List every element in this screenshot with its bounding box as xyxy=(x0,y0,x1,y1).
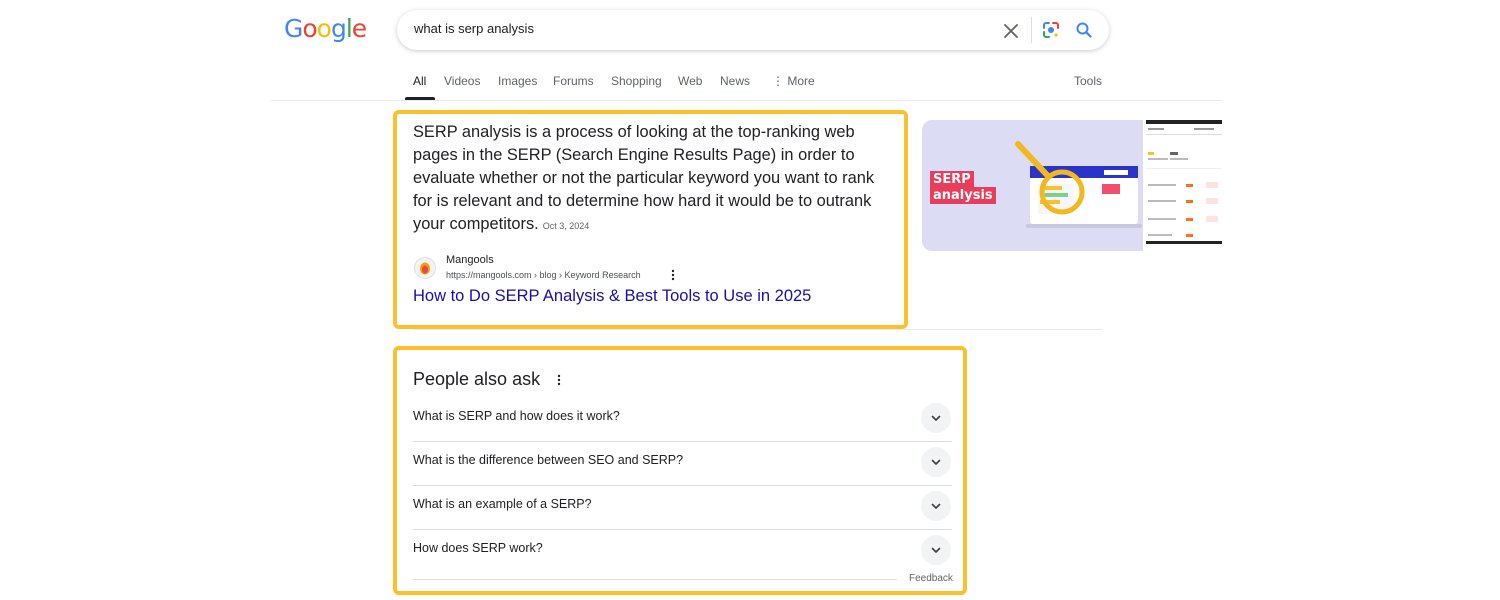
header-divider xyxy=(270,100,1222,101)
snippet-body: SERP analysis is a process of looking at… xyxy=(413,123,875,233)
thumbnail-label-analysis: analysis xyxy=(930,187,996,204)
expand-button[interactable] xyxy=(921,491,951,521)
snippet-thumbnail[interactable]: SERP analysis xyxy=(922,120,1143,251)
featured-snippet-text: SERP analysis is a process of looking at… xyxy=(413,121,893,238)
paa-question-text: How does SERP work? xyxy=(413,541,543,555)
source-menu-button[interactable] xyxy=(668,268,678,282)
section-divider xyxy=(413,329,1102,330)
source-favicon[interactable] xyxy=(414,257,436,279)
chevron-down-icon xyxy=(931,547,941,553)
tab-news[interactable]: News xyxy=(720,74,750,88)
people-also-ask-title: People also ask xyxy=(413,369,541,389)
feedback-link[interactable]: Feedback xyxy=(909,573,953,584)
google-lens-button[interactable] xyxy=(1040,19,1062,41)
search-button[interactable] xyxy=(1073,19,1095,41)
search-icon xyxy=(1076,22,1092,38)
paa-bottom-divider xyxy=(413,579,897,580)
vertical-dots-icon xyxy=(557,374,561,386)
tools-button[interactable]: Tools xyxy=(1074,74,1102,88)
snippet-date: Oct 3, 2024 xyxy=(542,221,590,231)
source-url[interactable]: https://mangools.com › blog › Keyword Re… xyxy=(446,270,641,280)
paa-question-text: What is an example of a SERP? xyxy=(413,497,592,511)
tab-forums[interactable]: Forums xyxy=(553,74,594,88)
tab-images[interactable]: Images xyxy=(498,74,537,88)
tab-videos[interactable]: Videos xyxy=(444,74,480,88)
logo-letter: o xyxy=(316,14,332,43)
expand-button[interactable] xyxy=(921,535,951,565)
google-logo[interactable]: Google xyxy=(284,14,367,43)
search-input[interactable] xyxy=(414,21,974,36)
paa-question[interactable]: How does SERP work? xyxy=(413,530,952,574)
source-name[interactable]: Mangools xyxy=(446,254,494,266)
result-title-link[interactable]: How to Do SERP Analysis & Best Tools to … xyxy=(413,287,811,306)
paa-question[interactable]: What is SERP and how does it work? xyxy=(413,398,952,442)
people-also-ask-menu-button[interactable] xyxy=(554,373,564,387)
tab-shopping[interactable]: Shopping xyxy=(611,74,662,88)
logo-letter: e xyxy=(351,14,367,43)
expand-button[interactable] xyxy=(921,403,951,433)
clear-search-button[interactable] xyxy=(1000,20,1022,42)
chevron-down-icon xyxy=(931,415,941,421)
thumbnail-label-serp: SERP xyxy=(930,171,974,188)
logo-letter: g xyxy=(330,14,347,43)
chevron-down-icon xyxy=(931,459,941,465)
paa-question[interactable]: What is an example of a SERP? xyxy=(413,486,952,530)
vertical-dots-icon xyxy=(671,269,675,281)
paa-question-text: What is SERP and how does it work? xyxy=(413,409,620,423)
tab-web[interactable]: Web xyxy=(678,74,702,88)
close-icon xyxy=(1004,24,1018,38)
google-lens-icon xyxy=(1043,22,1059,38)
snippet-thumbnail-secondary[interactable] xyxy=(1146,120,1222,244)
search-divider xyxy=(1031,17,1032,43)
chevron-down-icon xyxy=(931,503,941,509)
logo-letter: G xyxy=(284,14,303,43)
tab-all[interactable]: All xyxy=(413,74,426,88)
paa-question-text: What is the difference between SEO and S… xyxy=(413,453,684,467)
expand-button[interactable] xyxy=(921,447,951,477)
tab-more[interactable]: ⋮ More xyxy=(772,74,815,88)
dashboard-screenshot-image xyxy=(1146,128,1222,237)
logo-letter: o xyxy=(302,14,317,43)
paa-question[interactable]: What is the difference between SEO and S… xyxy=(413,442,952,486)
mangools-logo-icon xyxy=(420,262,430,275)
